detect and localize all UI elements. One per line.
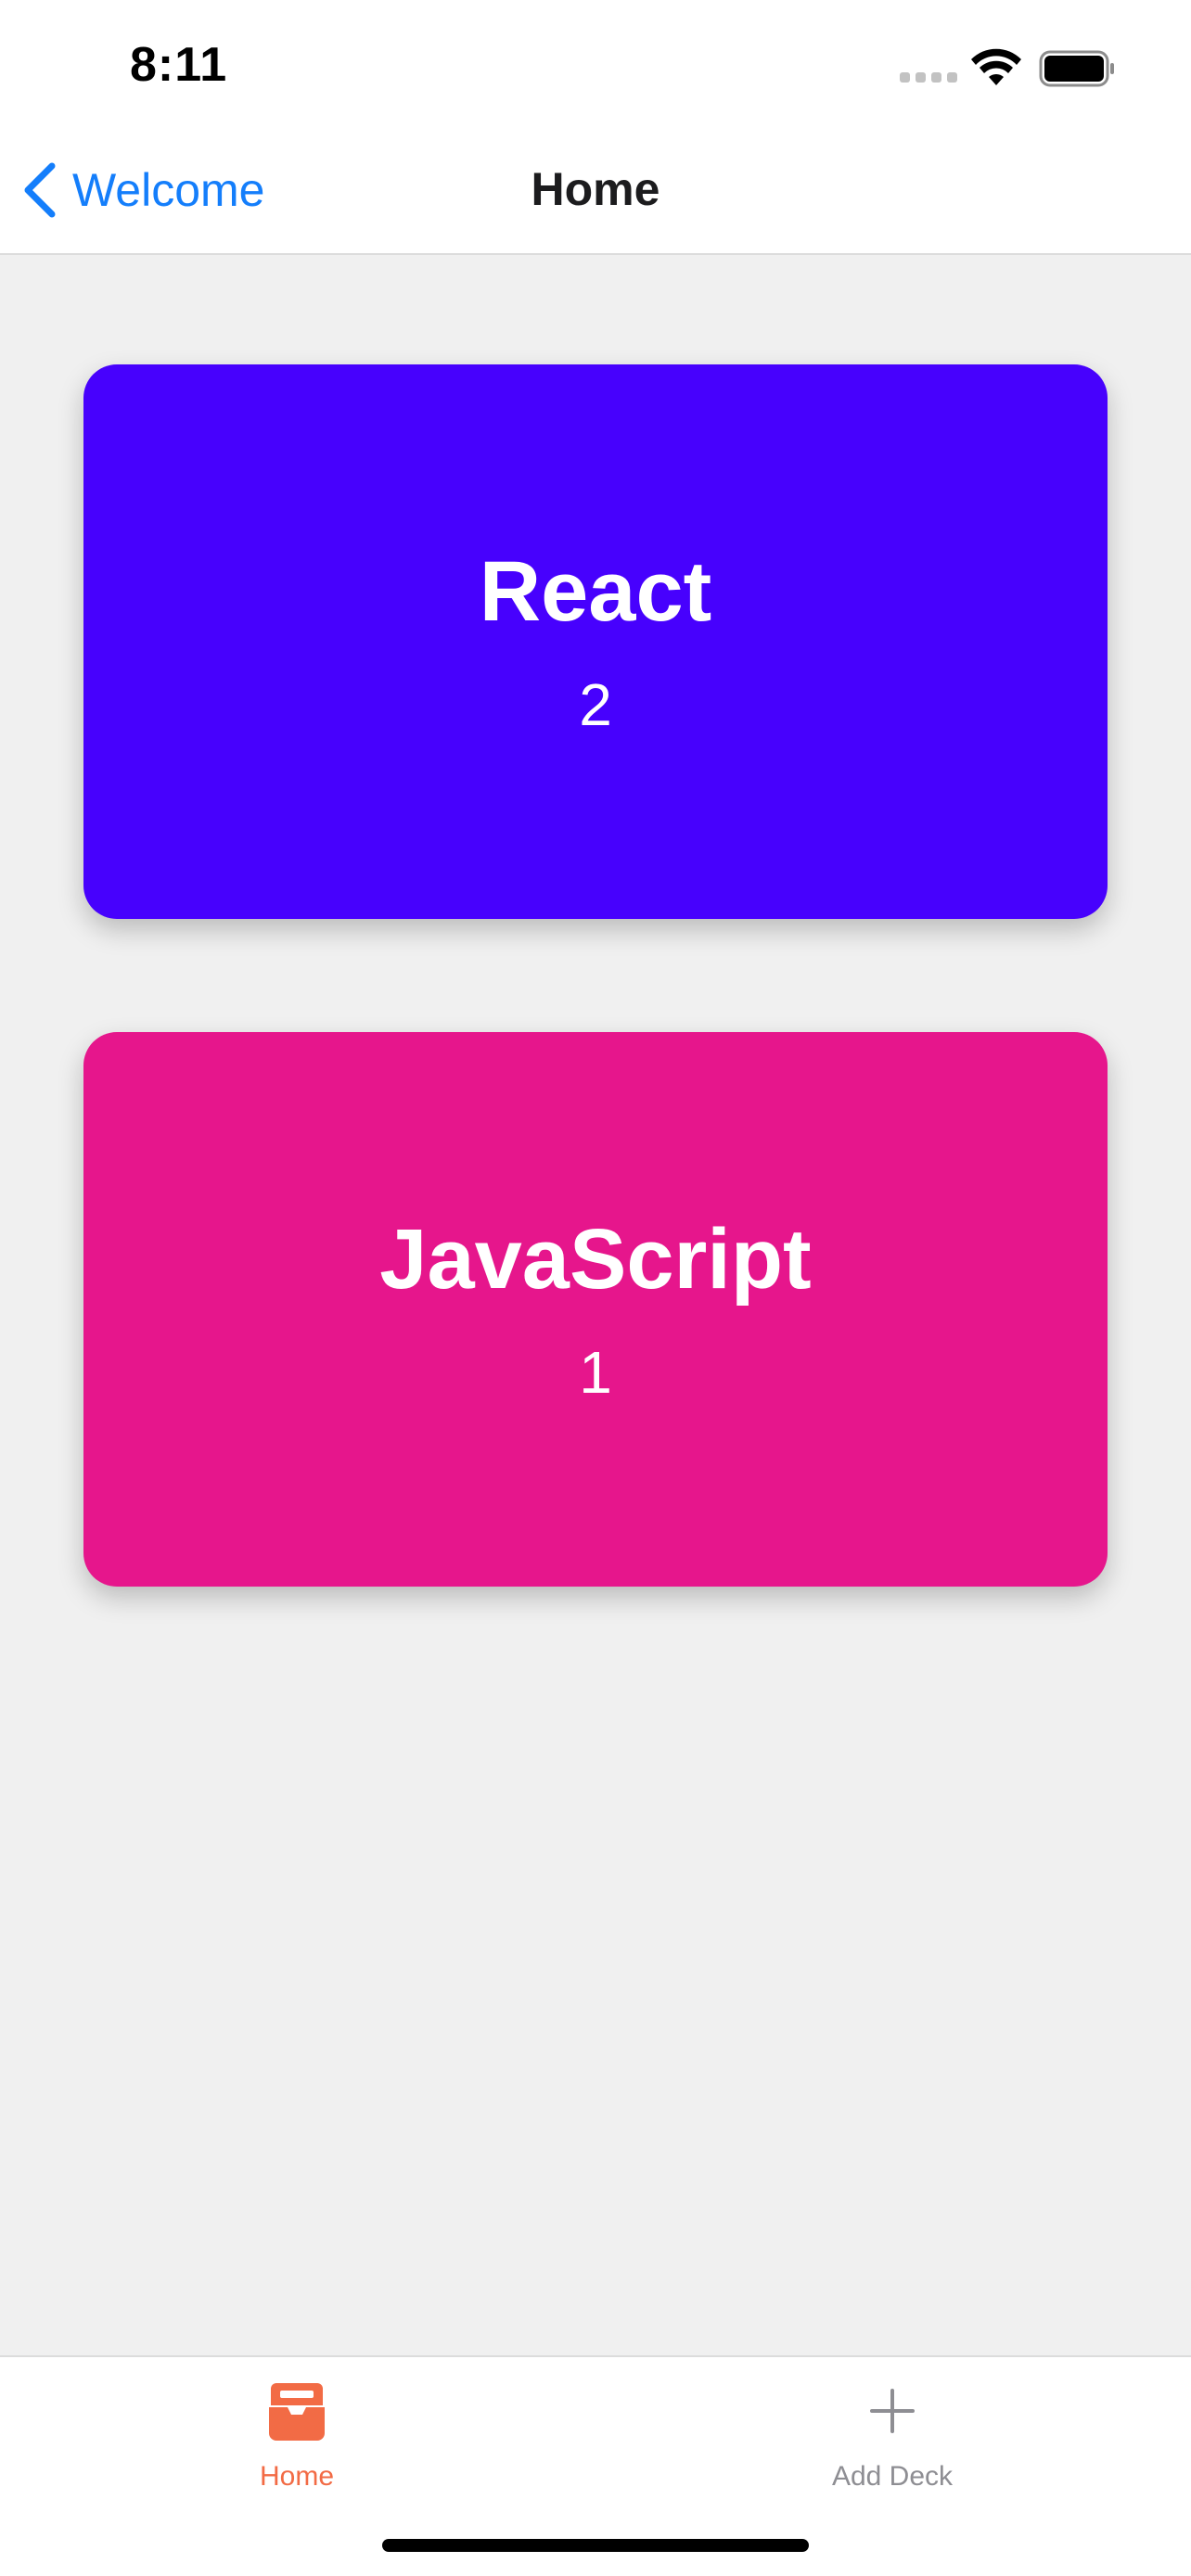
page-title: Home bbox=[531, 163, 660, 215]
deck-card-count: 2 bbox=[579, 671, 612, 738]
home-indicator bbox=[382, 2539, 809, 2552]
deck-title: JavaScript bbox=[379, 1212, 812, 1307]
wifi-icon bbox=[971, 48, 1021, 85]
cellular-signal-icon bbox=[900, 72, 957, 83]
status-bar: 8:11 bbox=[0, 0, 1191, 125]
inbox-icon bbox=[269, 2383, 325, 2441]
status-time: 8:11 bbox=[130, 38, 228, 92]
tab-home[interactable]: Home bbox=[111, 2378, 482, 2493]
deck-card-react[interactable]: React 2 bbox=[83, 364, 1108, 919]
tab-label: Home bbox=[259, 2461, 335, 2492]
battery-icon bbox=[1039, 50, 1114, 87]
navigation-bar: Welcome Home bbox=[0, 125, 1191, 255]
tab-label: Add Deck bbox=[831, 2461, 954, 2492]
deck-title: React bbox=[479, 544, 712, 639]
plus-icon bbox=[870, 2389, 915, 2433]
deck-card-count: 1 bbox=[579, 1339, 612, 1406]
deck-card-javascript[interactable]: JavaScript 1 bbox=[83, 1032, 1108, 1587]
tab-add-deck[interactable]: Add Deck bbox=[707, 2378, 1078, 2493]
